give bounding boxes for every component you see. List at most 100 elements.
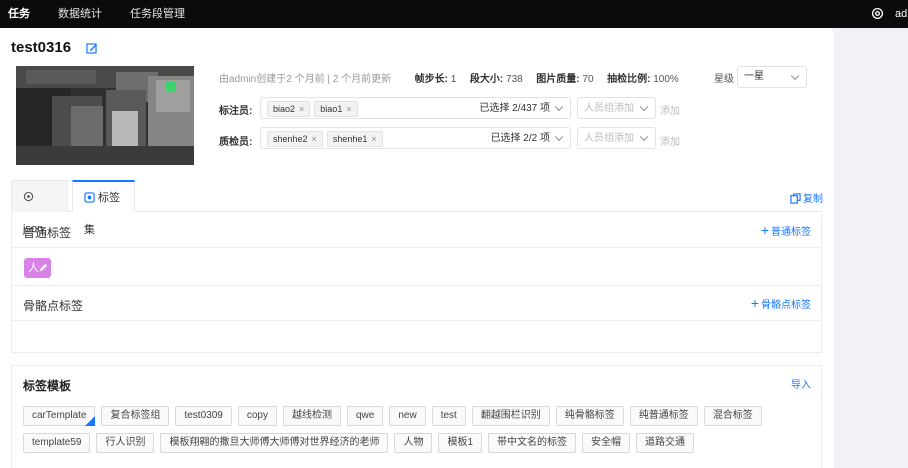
annotators-select[interactable]: biao2 × biao1 × 已选择 2/437 项 bbox=[260, 97, 571, 119]
frame-step-value: 1 bbox=[450, 74, 457, 85]
segment-value: 738 bbox=[506, 74, 523, 85]
reviewers-tags: shenhe2 × shenhe1 × bbox=[267, 131, 387, 147]
template-chip[interactable]: 道路交通 bbox=[636, 433, 695, 453]
annotator-group-placeholder: 人员组添加 bbox=[584, 103, 634, 114]
normal-labels-header: 普通标签 + 普通标签 bbox=[12, 213, 821, 248]
reviewers-select[interactable]: shenhe2 × shenhe1 × 已选择 2/2 项 bbox=[260, 127, 571, 149]
template-chip[interactable]: test0309 bbox=[175, 406, 232, 426]
template-chip[interactable]: 模板1 bbox=[438, 433, 483, 453]
template-chip[interactable]: 人物 bbox=[394, 433, 433, 453]
json-icon bbox=[23, 191, 34, 202]
close-icon[interactable]: × bbox=[346, 104, 351, 114]
sample-label: 抽检比例: bbox=[607, 74, 651, 85]
page-title: test0316 bbox=[11, 39, 72, 56]
star-label: 星级 bbox=[714, 74, 734, 85]
add-normal-label-button[interactable]: + 普通标签 bbox=[761, 223, 811, 238]
frame-step-label: 帧步长: bbox=[414, 74, 448, 85]
template-chip[interactable]: copy bbox=[237, 406, 277, 426]
user-name[interactable]: ad bbox=[895, 0, 907, 28]
template-chip[interactable]: qwe bbox=[346, 406, 384, 426]
quality-label: 图片质量: bbox=[536, 74, 580, 85]
reviewer-tag-label: shenhe1 bbox=[332, 134, 368, 144]
annotator-add-button[interactable]: 添加 bbox=[660, 102, 680, 117]
close-icon[interactable]: × bbox=[312, 134, 317, 144]
template-chip[interactable]: 行人识别 bbox=[96, 433, 155, 453]
label-chip[interactable]: 人 bbox=[24, 258, 51, 278]
template-chip[interactable]: carTemplate bbox=[23, 406, 96, 426]
template-chip[interactable]: 带中文名的标签 bbox=[488, 433, 577, 453]
template-chip[interactable]: 纯骨骼标签 bbox=[555, 406, 624, 426]
star-select[interactable]: 一星 bbox=[737, 66, 807, 88]
chevron-down-icon bbox=[639, 102, 649, 112]
template-chip[interactable]: 混合标签 bbox=[703, 406, 762, 426]
task-thumbnail bbox=[16, 66, 194, 165]
annotator-group-select[interactable]: 人员组添加 bbox=[577, 97, 656, 119]
normal-labels-section: 普通标签 + 普通标签 人 bbox=[11, 213, 822, 286]
reviewer-add-button[interactable]: 添加 bbox=[660, 133, 680, 148]
reviewers-label: 质检员: bbox=[219, 137, 253, 148]
template-chip[interactable]: test bbox=[431, 406, 466, 426]
reviewer-tag: shenhe2 × bbox=[267, 131, 323, 147]
nav-item-statistics[interactable]: 数据统计 bbox=[58, 0, 102, 28]
skeleton-labels-title: 骨骼点标签 bbox=[23, 299, 84, 313]
template-chip[interactable]: 复合标签组 bbox=[101, 406, 170, 426]
template-chip[interactable]: template59 bbox=[23, 433, 91, 453]
chevron-down-icon bbox=[554, 102, 564, 112]
nav-item-tasks[interactable]: 任务 bbox=[8, 0, 30, 28]
task-meta: 由admin创建于2 个月前 | 2 个月前更新 帧步长: 1 段大小: 738… bbox=[219, 70, 679, 85]
reviewer-tag-label: shenhe2 bbox=[273, 134, 308, 144]
plus-icon: + bbox=[750, 295, 759, 311]
template-chip[interactable]: 越线检测 bbox=[282, 406, 341, 426]
top-bar: 任务 数据统计 任务段管理 ad bbox=[0, 0, 908, 28]
close-icon[interactable]: × bbox=[371, 134, 376, 144]
templates-card: 标签模板 导入 carTemplate 复合标签组 test0309 copy 越线检测… bbox=[11, 365, 822, 468]
import-button[interactable]: 导入 bbox=[791, 376, 811, 391]
gear-icon[interactable] bbox=[871, 7, 884, 20]
add-skeleton-label-text: 骨骼点标签 bbox=[761, 300, 811, 311]
copy-button[interactable]: 复制 bbox=[790, 190, 823, 205]
annotator-tag-label: biao2 bbox=[273, 104, 296, 114]
template-list: carTemplate 复合标签组 test0309 copy 越线检测 qwe new te… bbox=[23, 406, 813, 460]
template-chip[interactable]: 纯普通标签 bbox=[629, 406, 698, 426]
segment-label: 段大小: bbox=[469, 74, 504, 85]
annotator-tag: biao2 × bbox=[267, 101, 311, 117]
sample-value: 100% bbox=[653, 74, 679, 85]
templates-title: 标签模板 bbox=[23, 379, 72, 393]
plus-icon: + bbox=[760, 222, 769, 238]
chevron-down-icon bbox=[639, 132, 649, 142]
tab-label-set[interactable]: 标签集 bbox=[72, 180, 135, 236]
scene-image bbox=[16, 66, 194, 165]
chevron-down-icon bbox=[790, 71, 800, 81]
add-normal-label-text: 普通标签 bbox=[771, 227, 811, 238]
annotators-label: 标注员: bbox=[219, 106, 253, 117]
reviewer-tag: shenhe1 × bbox=[326, 131, 383, 147]
annotator-tag: biao1 × bbox=[314, 101, 358, 117]
reviewer-group-select[interactable]: 人员组添加 bbox=[577, 127, 656, 149]
pencil-icon[interactable] bbox=[39, 263, 48, 272]
quality-value: 70 bbox=[582, 74, 594, 85]
tab-bar: json 标签集 bbox=[11, 180, 822, 236]
reviewers-selected-count: 已选择 2/2 项 bbox=[490, 133, 550, 144]
star-select-value: 一星 bbox=[744, 71, 764, 82]
edit-icon[interactable] bbox=[86, 42, 98, 54]
normal-labels-title: 普通标签 bbox=[23, 226, 72, 240]
nav-item-segment-management[interactable]: 任务段管理 bbox=[130, 0, 185, 28]
add-skeleton-label-button[interactable]: + 骨骼点标签 bbox=[751, 296, 811, 311]
copy-icon bbox=[790, 193, 801, 204]
reviewer-group-placeholder: 人员组添加 bbox=[584, 133, 634, 144]
template-chip[interactable]: 安全帽 bbox=[582, 433, 631, 453]
close-icon[interactable]: × bbox=[299, 104, 304, 114]
label-chip-text: 人 bbox=[28, 262, 39, 274]
copy-label: 复制 bbox=[803, 194, 823, 205]
top-nav: 任务 数据统计 任务段管理 bbox=[0, 0, 205, 28]
template-chip[interactable]: new bbox=[389, 406, 426, 426]
annotators-tags: biao2 × biao1 × bbox=[267, 101, 362, 117]
tab-json[interactable]: json bbox=[11, 180, 68, 235]
template-chip[interactable]: 模板翔翱的撒旦大师傅大师傅对世界经济的老师 bbox=[160, 433, 389, 453]
annotator-tag-label: biao1 bbox=[320, 104, 343, 114]
created-info: 由admin创建于2 个月前 | 2 个月前更新 bbox=[219, 74, 392, 85]
label-set-icon bbox=[84, 192, 95, 203]
template-chip[interactable]: 翻越围栏识别 bbox=[471, 406, 550, 426]
chevron-down-icon bbox=[554, 132, 564, 142]
annotators-selected-count: 已选择 2/437 项 bbox=[479, 103, 550, 114]
